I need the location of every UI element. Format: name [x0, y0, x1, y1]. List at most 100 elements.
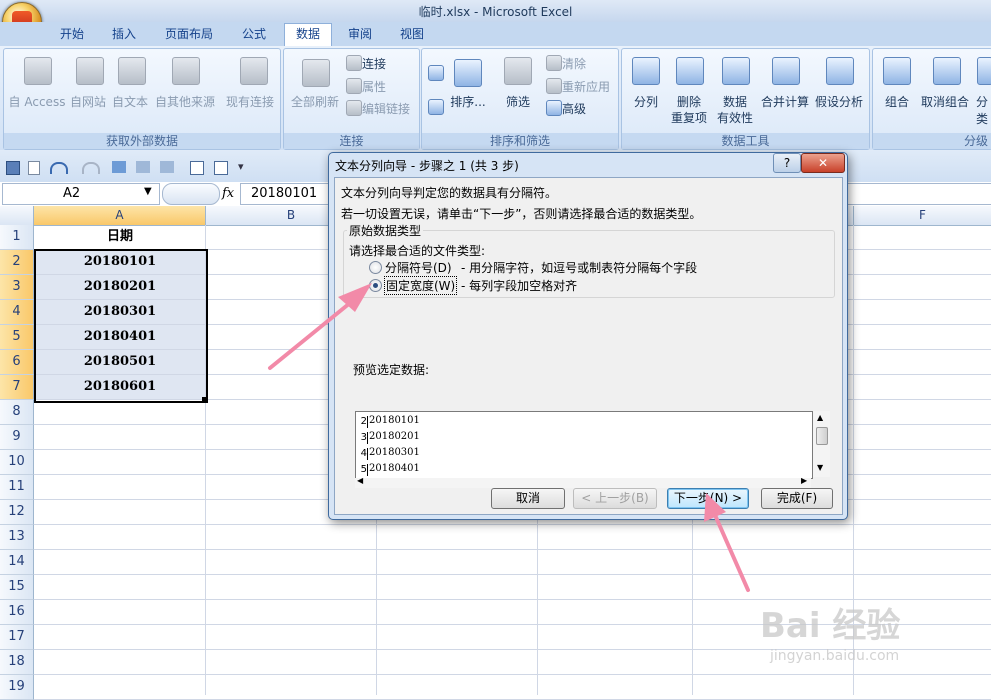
row-header-6[interactable]: 6 [0, 350, 34, 375]
what-if-analysis-button[interactable]: 假设分析 [812, 93, 866, 110]
formula-bar-splitter[interactable] [162, 183, 220, 205]
clear-button[interactable]: 清除 [562, 55, 586, 72]
text-to-columns-icon [632, 57, 660, 85]
remove-duplicates-button-line2[interactable]: 重复项 [666, 109, 712, 126]
tab-review[interactable]: 审阅 [340, 24, 380, 44]
reapply-button[interactable]: 重新应用 [562, 78, 610, 95]
row-header-8[interactable]: 8 [0, 400, 34, 425]
row-header-19[interactable]: 19 [0, 675, 34, 700]
name-box[interactable]: A2 [2, 183, 160, 205]
row-header-4[interactable]: 4 [0, 300, 34, 325]
save-icon[interactable] [6, 161, 20, 175]
row-header-10[interactable]: 10 [0, 450, 34, 475]
column-header-a[interactable]: A [34, 206, 206, 226]
preview-vertical-scrollbar[interactable]: ▲ ▼ [813, 411, 830, 477]
sort-button[interactable]: 排序... [450, 93, 486, 110]
row-header-7[interactable]: 7 [0, 375, 34, 400]
next-button[interactable]: 下一步(N) > [667, 488, 749, 509]
fill-handle[interactable] [202, 397, 207, 402]
preview-pane[interactable]: 2 20180101 3 20180201 4 20180301 5 20180401 [355, 411, 813, 479]
existing-connections-button[interactable]: 现有连接 [222, 93, 278, 110]
preview-row-number: 2 [358, 416, 368, 428]
new-file-icon[interactable] [28, 161, 40, 175]
close-button[interactable]: ✕ [801, 153, 845, 173]
preview-horizontal-scrollbar[interactable]: ◀ ▶ [355, 476, 811, 488]
dialog-title: 文本分列向导 - 步骤之 1 (共 3 步) [335, 159, 519, 173]
row-header-3[interactable]: 3 [0, 275, 34, 300]
undo-icon[interactable] [50, 162, 68, 174]
tab-home[interactable]: 开始 [52, 24, 92, 44]
form-icon[interactable] [190, 161, 204, 175]
other-sources-icon [172, 57, 200, 85]
filter-button[interactable]: 筛选 [498, 93, 538, 110]
option-fixed-width-label[interactable]: 固定宽度(W) [384, 276, 458, 295]
data-validation-button-line2[interactable]: 有效性 [710, 109, 760, 126]
tab-view[interactable]: 视图 [392, 24, 432, 44]
row-header-18[interactable]: 18 [0, 650, 34, 675]
draw-icon[interactable] [160, 161, 174, 173]
spell-check-icon[interactable] [112, 161, 126, 173]
option-delimited-label[interactable]: 分隔符号(D) [385, 259, 452, 276]
customize-qat-icon[interactable]: ▾ [238, 160, 244, 173]
data-validation-button-line1[interactable]: 数据 [712, 93, 758, 110]
tab-page-layout[interactable]: 页面布局 [158, 24, 220, 44]
radio-delimited[interactable] [369, 261, 382, 274]
remove-duplicates-button-line1[interactable]: 删除 [666, 93, 712, 110]
advanced-icon [546, 100, 562, 116]
name-box-dropdown-icon[interactable]: ▼ [144, 186, 152, 197]
redo-icon[interactable] [82, 162, 100, 174]
from-access-button[interactable]: 自 Access [6, 93, 68, 110]
dialog-description-line2: 若一切设置无误，请单击“下一步”，否则请选择最合适的数据类型。 [341, 207, 702, 221]
finish-button[interactable]: 完成(F) [761, 488, 833, 509]
tab-data[interactable]: 数据 [284, 23, 332, 47]
row-header-11[interactable]: 11 [0, 475, 34, 500]
from-text-button[interactable]: 自文本 [110, 93, 150, 110]
row-header-17[interactable]: 17 [0, 625, 34, 650]
scroll-thumb[interactable] [816, 427, 828, 445]
back-button[interactable]: < 上一步(B) [573, 488, 657, 509]
text-to-columns-button[interactable]: 分列 [626, 93, 666, 110]
tab-insert[interactable]: 插入 [104, 24, 144, 44]
column-header-f[interactable]: F [854, 206, 991, 226]
row-header-12[interactable]: 12 [0, 500, 34, 525]
row-header-1[interactable]: 1 [0, 225, 34, 250]
connections-button[interactable]: 连接 [362, 55, 386, 72]
edit-links-button[interactable]: 编辑链接 [362, 100, 410, 117]
row-header-2[interactable]: 2 [0, 250, 34, 275]
scroll-right-icon[interactable]: ▶ [801, 476, 807, 485]
watermark-logo: Bai 经验 [760, 606, 901, 646]
cancel-button[interactable]: 取消 [491, 488, 565, 509]
from-web-button[interactable]: 自网站 [68, 93, 108, 110]
scroll-left-icon[interactable]: ◀ [357, 476, 363, 485]
subtotal-button[interactable]: 分类 [973, 93, 991, 127]
row-header-14[interactable]: 14 [0, 550, 34, 575]
properties-button[interactable]: 属性 [362, 78, 386, 95]
row-header-5[interactable]: 5 [0, 325, 34, 350]
chart-icon[interactable] [136, 161, 150, 173]
sort-ascending-icon [428, 65, 444, 81]
preview-row-number: 4 [358, 448, 368, 460]
group-connections: 全部刷新 连接 属性 编辑链接 连接 [283, 48, 420, 150]
row-header-9[interactable]: 9 [0, 425, 34, 450]
cell-a1[interactable]: 日期 [35, 225, 205, 249]
row-header-16[interactable]: 16 [0, 600, 34, 625]
group-button[interactable]: 组合 [877, 93, 917, 110]
filter-icon [504, 57, 532, 85]
consolidate-button[interactable]: 合并计算 [760, 93, 810, 110]
clear-icon [546, 55, 562, 71]
help-button[interactable]: ? [773, 153, 801, 173]
refresh-all-button[interactable]: 全部刷新 [286, 93, 344, 110]
radio-fixed-width[interactable] [369, 279, 382, 292]
advanced-button[interactable]: 高级 [562, 100, 586, 117]
row-header-13[interactable]: 13 [0, 525, 34, 550]
scroll-up-icon[interactable]: ▲ [817, 413, 823, 422]
tab-formulas[interactable]: 公式 [232, 24, 276, 44]
from-other-sources-button[interactable]: 自其他来源 [152, 93, 218, 110]
select-all-corner[interactable] [0, 206, 34, 226]
insert-function-icon[interactable]: fx [222, 186, 234, 201]
table-icon[interactable] [214, 161, 228, 175]
scroll-down-icon[interactable]: ▼ [817, 463, 823, 472]
ungroup-button[interactable]: 取消组合 [917, 93, 973, 110]
group-label: 分级 [873, 133, 991, 149]
row-header-15[interactable]: 15 [0, 575, 34, 600]
